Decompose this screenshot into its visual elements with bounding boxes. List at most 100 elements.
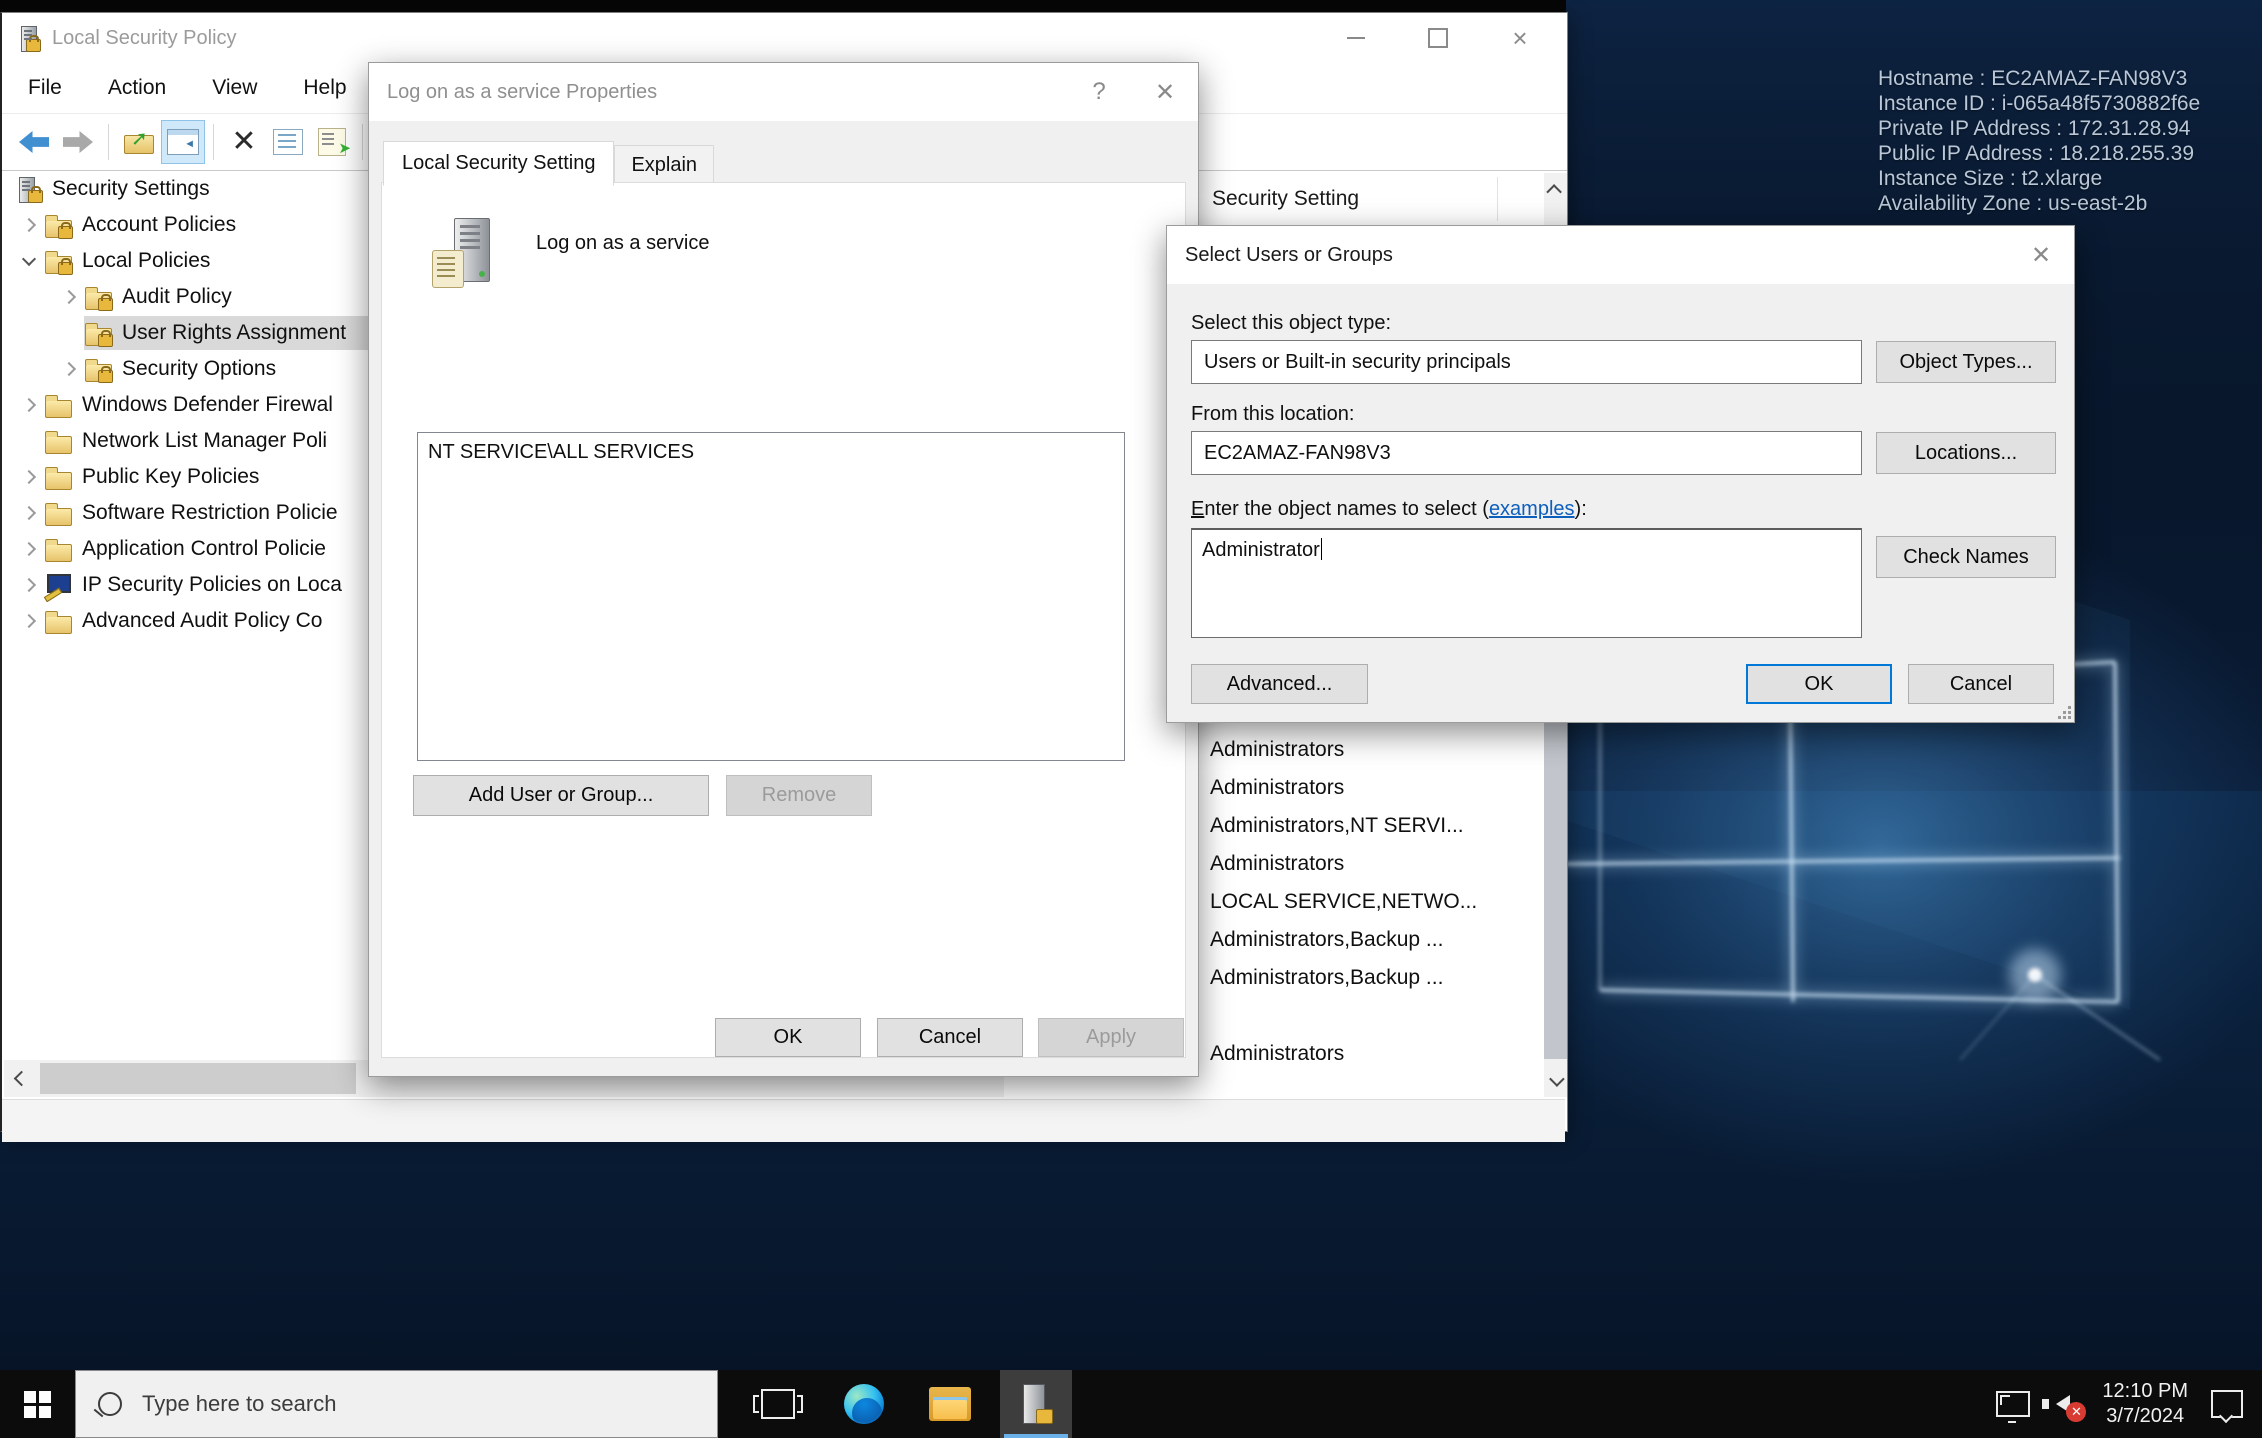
file-explorer-taskbar-button[interactable] [914, 1370, 986, 1438]
tree-item[interactable]: Application Control Policie [2, 531, 372, 567]
list-column-header[interactable]: Security Setting [1200, 173, 1544, 226]
chevron-right-icon[interactable] [54, 292, 84, 302]
object-names-input[interactable]: Administrator [1191, 528, 1862, 638]
list-row[interactable]: Administrators [1200, 845, 1544, 883]
export-list-button[interactable] [310, 120, 354, 164]
tree-item[interactable]: Account Policies [2, 207, 372, 243]
tree-item-body: Audit Policy [84, 280, 372, 314]
menu-action[interactable]: Action [108, 76, 166, 100]
folder-icon [44, 428, 74, 455]
chevron-right-icon[interactable] [14, 508, 44, 518]
examples-link[interactable]: examples [1489, 498, 1575, 520]
tree-item[interactable]: Local Policies [2, 243, 372, 279]
column-divider[interactable] [1497, 177, 1498, 221]
tree-item[interactable]: Security Options [2, 351, 372, 387]
chevron-right-icon[interactable] [14, 472, 44, 482]
tab-local-security-setting[interactable]: Local Security Setting [383, 141, 614, 186]
location-field[interactable]: EC2AMAZ-FAN98V3 [1191, 431, 1862, 475]
back-button[interactable] [12, 120, 56, 164]
check-names-button[interactable]: Check Names [1876, 536, 2056, 578]
action-center-button[interactable] [2202, 1370, 2252, 1438]
taskbar-search[interactable] [75, 1370, 718, 1438]
menu-help[interactable]: Help [303, 76, 346, 100]
scroll-left-button[interactable] [4, 1060, 38, 1097]
locations-button[interactable]: Locations... [1876, 432, 2056, 474]
chevron-right-icon[interactable] [14, 544, 44, 554]
minimize-button[interactable] [1315, 13, 1397, 63]
tree-item-label: Application Control Policie [82, 537, 326, 561]
list-row[interactable]: Administrators,Backup ... [1200, 959, 1544, 997]
chevron-down-icon [1549, 1071, 1565, 1087]
member-item[interactable]: NT SERVICE\ALL SERVICES [418, 433, 1124, 464]
cancel-button[interactable]: Cancel [1908, 664, 2054, 704]
list-row[interactable]: Administrators [1200, 731, 1544, 769]
ok-button[interactable]: OK [1746, 664, 1892, 704]
object-type-field[interactable]: Users or Built-in security principals [1191, 340, 1862, 384]
chevron-right-icon[interactable] [14, 400, 44, 410]
search-input[interactable] [140, 1390, 604, 1418]
chevron-right-icon[interactable] [54, 364, 84, 374]
menu-file[interactable]: File [28, 76, 62, 100]
maximize-button[interactable] [1397, 13, 1479, 63]
cancel-button[interactable]: Cancel [877, 1018, 1023, 1057]
advanced-button[interactable]: Advanced... [1191, 664, 1368, 704]
maximize-icon [1428, 28, 1448, 48]
list-row[interactable]: LOCAL SERVICE,NETWO... [1200, 883, 1544, 921]
tree-item-body: Network List Manager Poli [44, 424, 372, 458]
menu-view[interactable]: View [212, 76, 257, 100]
close-button[interactable]: × [1479, 13, 1561, 63]
taskbar-clock[interactable]: 12:10 PM 3/7/2024 [2088, 1379, 2202, 1429]
start-button[interactable] [0, 1370, 75, 1438]
tree-item[interactable]: Audit Policy [2, 279, 372, 315]
properties-button[interactable] [266, 120, 310, 164]
help-button[interactable]: ? [1066, 63, 1132, 121]
scroll-up-button[interactable] [1544, 173, 1567, 207]
tab-explain[interactable]: Explain [614, 145, 714, 186]
tree-item[interactable]: Software Restriction Policie [2, 495, 372, 531]
close-button[interactable]: ✕ [2008, 226, 2074, 284]
list-row[interactable]: Administrators [1200, 769, 1544, 807]
object-types-button[interactable]: Object Types... [1876, 341, 2056, 383]
list-row[interactable] [1200, 997, 1544, 1035]
add-user-or-group-button[interactable]: Add User or Group... [413, 775, 709, 816]
taskbar: ✕ 12:10 PM 3/7/2024 [0, 1370, 2262, 1438]
tree-item[interactable]: Advanced Audit Policy Co [2, 603, 372, 639]
forward-button[interactable] [56, 120, 100, 164]
scrollbar-thumb[interactable] [40, 1063, 356, 1094]
tree-item[interactable]: User Rights Assignment [2, 315, 372, 351]
console-tree: Security SettingsAccount PoliciesLocal P… [2, 171, 372, 1061]
scroll-down-button[interactable] [1544, 1063, 1567, 1097]
list-row[interactable]: Administrators,NT SERVI... [1200, 807, 1544, 845]
edge-taskbar-button[interactable] [828, 1370, 900, 1438]
file-explorer-icon [929, 1387, 971, 1421]
tree-item[interactable]: Windows Defender Firewal [2, 387, 372, 423]
close-button[interactable]: ✕ [1132, 63, 1198, 121]
folder-up-button[interactable] [117, 120, 161, 164]
folder-icon [44, 608, 74, 635]
delete-button[interactable]: ✕ [222, 120, 266, 164]
tree-item[interactable]: Public Key Policies [2, 459, 372, 495]
tree-item[interactable]: Security Settings [2, 171, 372, 207]
members-list-box[interactable]: NT SERVICE\ALL SERVICES [417, 432, 1125, 761]
task-view-button[interactable] [742, 1370, 814, 1438]
tree-item[interactable]: Network List Manager Poli [2, 423, 372, 459]
tree-item[interactable]: IP Security Policies on Loca [2, 567, 372, 603]
tree-item-body: Software Restriction Policie [44, 496, 372, 530]
volume-tray-button[interactable]: ✕ [2038, 1370, 2088, 1438]
console-tree-icon [167, 129, 199, 155]
show-console-tree-button[interactable] [161, 120, 205, 164]
chevron-right-icon[interactable] [14, 580, 44, 590]
chevron-right-icon[interactable] [14, 220, 44, 230]
local-security-policy-taskbar-button[interactable] [1000, 1370, 1072, 1438]
chevron-left-icon [13, 1071, 29, 1087]
chevron-down-icon[interactable] [14, 258, 44, 264]
location-label: From this location: [1191, 403, 1354, 426]
resize-grip[interactable] [2057, 705, 2071, 719]
dialog-title: Log on as a service Properties [387, 81, 657, 104]
list-row[interactable]: Administrators [1200, 1035, 1544, 1061]
list-row[interactable]: Administrators,Backup ... [1200, 921, 1544, 959]
ok-button[interactable]: OK [715, 1018, 861, 1057]
tree-item-body: Public Key Policies [44, 460, 372, 494]
chevron-right-icon[interactable] [14, 616, 44, 626]
network-tray-button[interactable] [1988, 1370, 2038, 1438]
